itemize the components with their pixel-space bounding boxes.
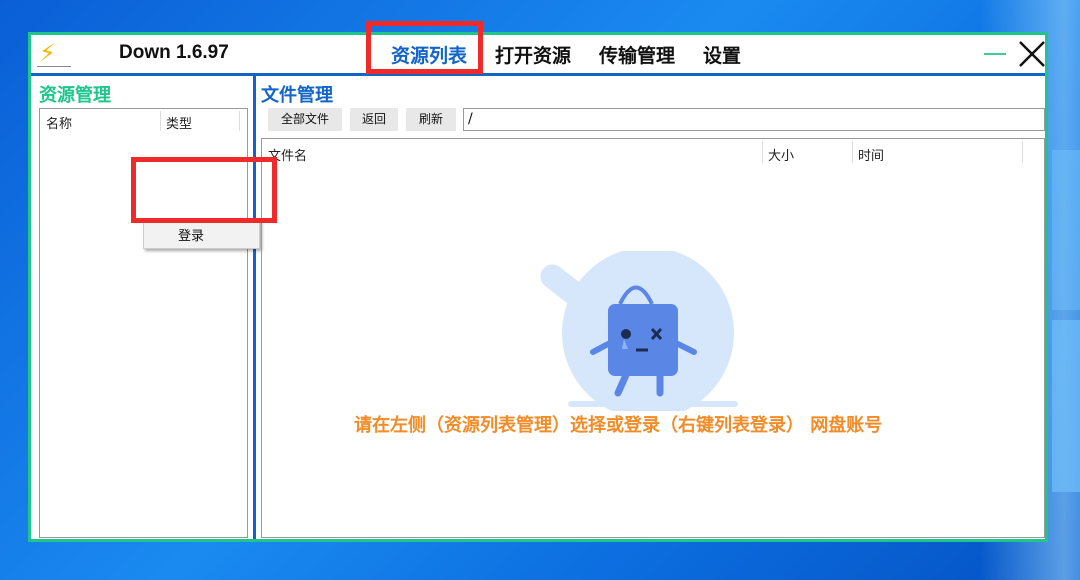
- column-type[interactable]: 类型: [166, 113, 192, 132]
- desktop-window-pane: [1052, 320, 1080, 492]
- nav-transfer-management[interactable]: 传输管理: [599, 41, 675, 68]
- app-title: Down 1.6.97: [119, 42, 229, 63]
- file-panel-title: 文件管理: [261, 85, 333, 106]
- column-size[interactable]: 大小: [768, 145, 794, 164]
- nav-open-resource[interactable]: 打开资源: [495, 41, 571, 68]
- lightning-icon: ⚡: [39, 39, 56, 67]
- resource-panel-title: 资源管理: [39, 85, 111, 106]
- column-separator: [1022, 141, 1023, 163]
- file-list[interactable]: 文件名 大小 时间 请在左侧（资源列表管理）选择或登录（右键列表登录） 网盘账号: [261, 138, 1045, 538]
- logo-underline: [37, 66, 71, 67]
- file-panel: 文件管理 全部文件 返回 刷新 / 文件名 大小 时间 请在左侧（资源列表管理）…: [256, 76, 1045, 539]
- context-menu-login[interactable]: 登录: [178, 225, 204, 244]
- app-window: ⚡ Down 1.6.97 资源列表 打开资源 传输管理 设置 资源管理 名称 …: [28, 32, 1048, 542]
- all-files-button[interactable]: 全部文件: [268, 108, 342, 131]
- nav-settings[interactable]: 设置: [703, 41, 741, 68]
- empty-state-message: 请在左侧（资源列表管理）选择或登录（右键列表登录） 网盘账号: [354, 415, 883, 436]
- highlight-box-login: [131, 157, 277, 223]
- column-separator: [160, 111, 161, 131]
- close-icon[interactable]: [1017, 39, 1047, 69]
- empty-state-illustration: [540, 251, 738, 411]
- context-menu: 登录: [143, 219, 260, 249]
- column-separator: [239, 111, 240, 131]
- column-separator: [852, 141, 853, 163]
- resource-panel: 资源管理 名称 类型 登录: [31, 76, 260, 539]
- minimize-icon[interactable]: [984, 53, 1006, 55]
- column-name[interactable]: 名称: [46, 113, 72, 132]
- column-time[interactable]: 时间: [858, 145, 884, 164]
- refresh-button[interactable]: 刷新: [406, 108, 456, 131]
- highlight-box-resource-list: [366, 21, 483, 74]
- path-input[interactable]: /: [463, 108, 1045, 131]
- desktop-window-pane: [1052, 150, 1080, 310]
- column-separator: [762, 141, 763, 163]
- back-button[interactable]: 返回: [350, 108, 398, 131]
- title-bar: ⚡ Down 1.6.97 资源列表 打开资源 传输管理 设置: [31, 35, 1045, 76]
